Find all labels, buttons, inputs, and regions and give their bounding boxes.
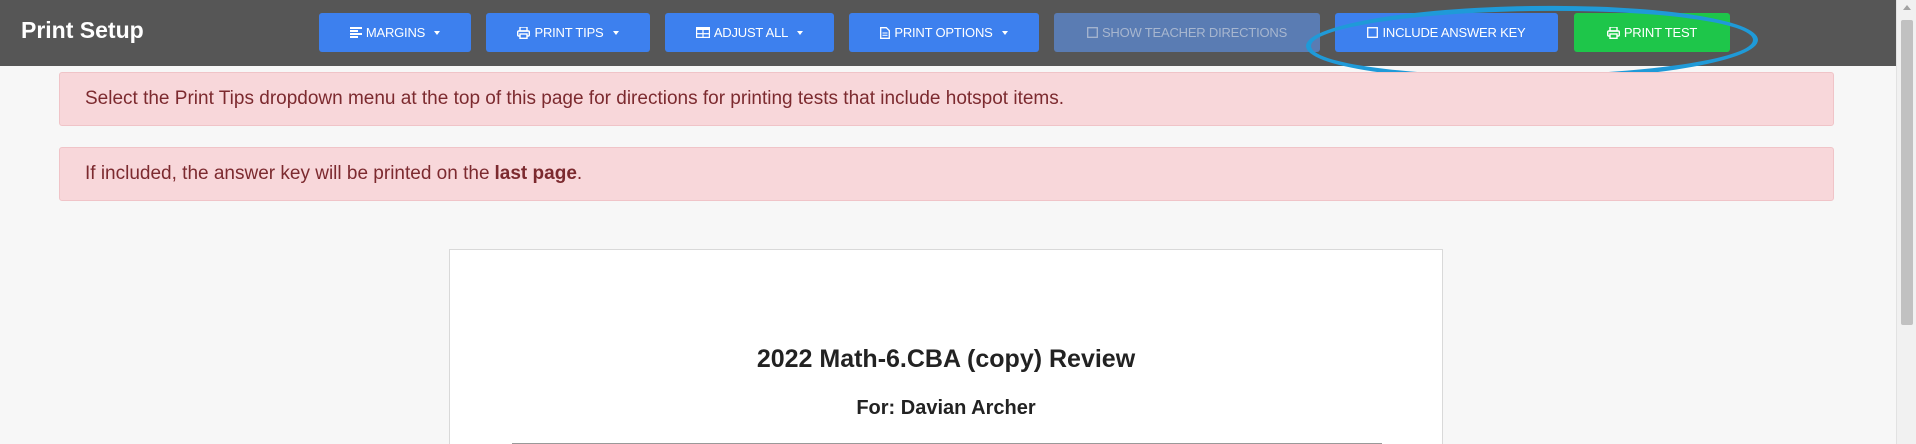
align-left-icon: [349, 27, 362, 38]
print-tips-label: PRINT TIPS: [534, 25, 604, 40]
print-tips-alert: Select the Print Tips dropdown menu at t…: [59, 72, 1834, 126]
print-options-label: PRINT OPTIONS: [894, 25, 993, 40]
caret-down-icon: [434, 30, 441, 35]
caret-down-icon: [612, 30, 619, 35]
show-teacher-directions-label: SHOW TEACHER DIRECTIONS: [1101, 25, 1288, 40]
adjust-all-dropdown-button[interactable]: ADJUST ALL: [665, 13, 834, 52]
adjust-all-label: ADJUST ALL: [713, 25, 789, 40]
answer-key-alert: If included, the answer key will be prin…: [59, 147, 1834, 201]
vertical-scrollbar[interactable]: [1896, 0, 1916, 444]
print-icon: [517, 26, 531, 39]
margins-dropdown-button[interactable]: MARGINS: [319, 13, 471, 52]
margins-label: MARGINS: [365, 25, 426, 40]
checkbox-icon: [1086, 27, 1098, 38]
print-options-dropdown-button[interactable]: PRINT OPTIONS: [849, 13, 1039, 52]
show-teacher-directions-button: SHOW TEACHER DIRECTIONS: [1054, 13, 1320, 52]
print-tips-dropdown-button[interactable]: PRINT TIPS: [486, 13, 650, 52]
test-preview-page: 2022 Math-6.CBA (copy) Review For: Davia…: [449, 249, 1443, 444]
caret-down-icon: [797, 30, 804, 35]
scrollbar-thumb[interactable]: [1901, 20, 1913, 325]
scroll-up-arrow-icon[interactable]: [1903, 5, 1911, 10]
alert-emphasis: last page: [494, 163, 577, 184]
alert-suffix: .: [576, 163, 583, 184]
table-icon: [695, 27, 710, 38]
alert-text: Select the Print Tips dropdown menu at t…: [85, 88, 1065, 109]
student-name: For: Davian Archer: [856, 397, 1036, 419]
test-title: 2022 Math-6.CBA (copy) Review: [756, 345, 1136, 373]
caret-down-icon: [1001, 30, 1008, 35]
file-icon: [880, 26, 891, 39]
app-title: Print Setup: [21, 17, 144, 43]
alert-text: If included, the answer key will be prin…: [85, 163, 490, 184]
